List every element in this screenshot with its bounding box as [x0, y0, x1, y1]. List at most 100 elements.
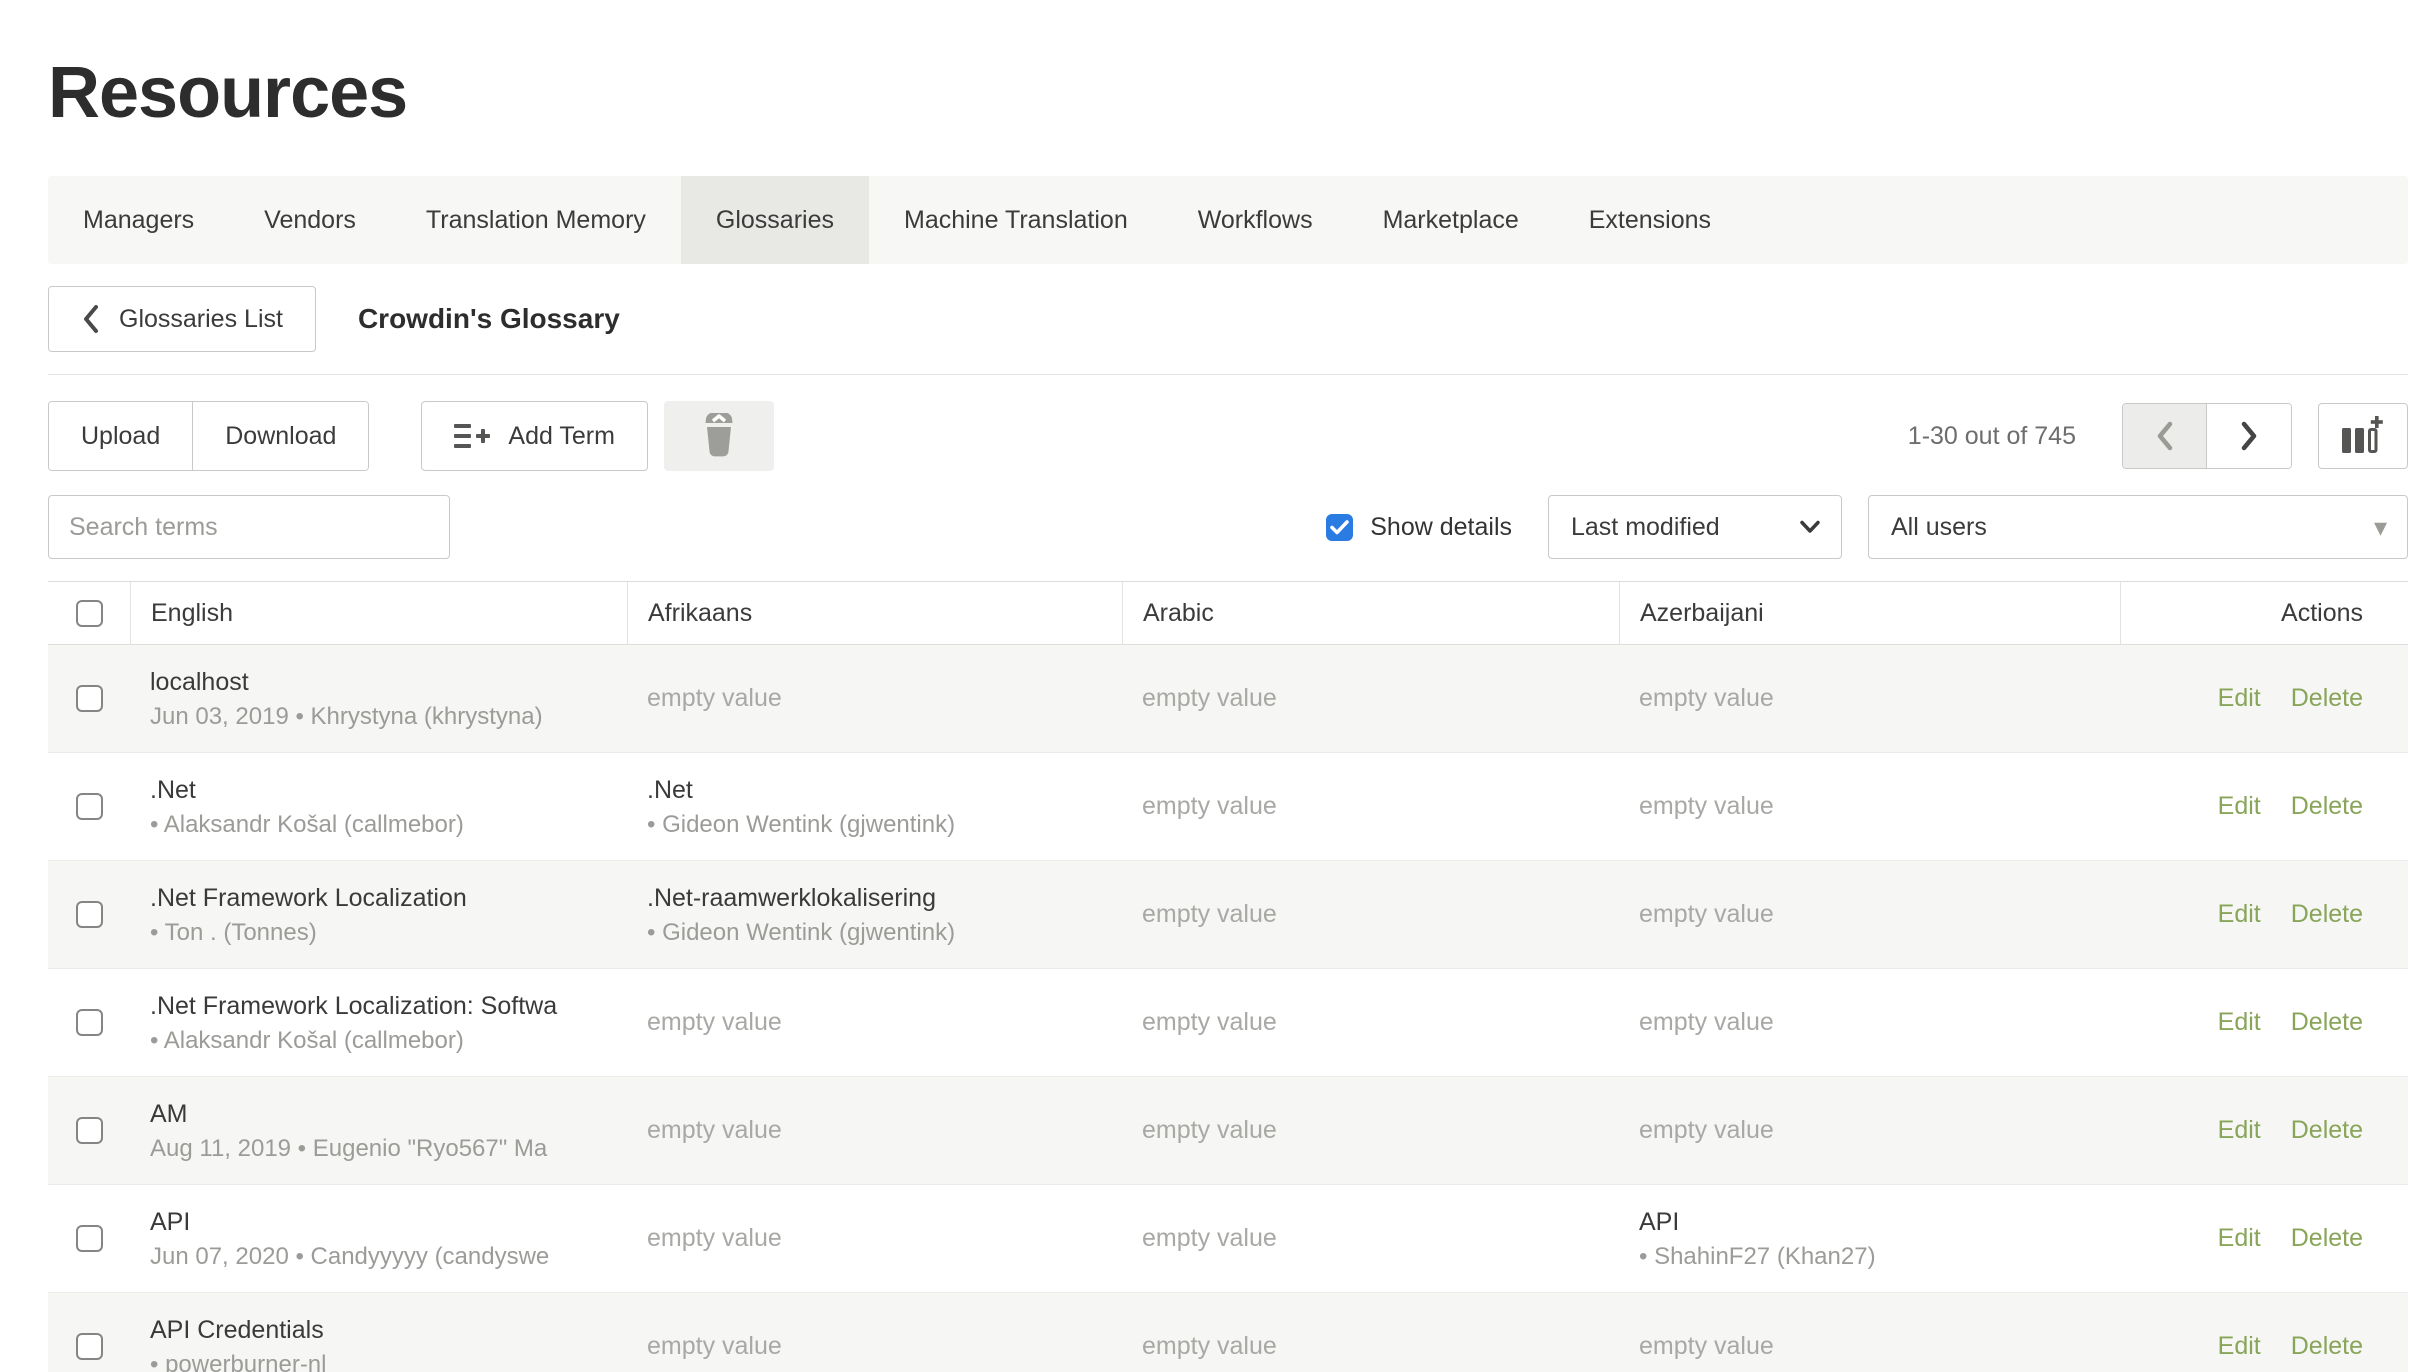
table-row: localhostJun 03, 2019 • Khrystyna (khrys…: [48, 645, 2408, 752]
edit-link[interactable]: Edit: [2218, 900, 2261, 929]
tab-vendors[interactable]: Vendors: [229, 176, 391, 264]
glossary-table: English Afrikaans Arabic Azerbaijani Act…: [48, 581, 2408, 1372]
row-checkbox[interactable]: [76, 685, 103, 712]
term-cell-english: APIJun 07, 2020 • Candyyyyy (candyswe: [130, 1185, 627, 1292]
term-detail: Jun 03, 2019 • Khrystyna (khrystyna): [150, 700, 607, 734]
add-term-button[interactable]: Add Term: [421, 401, 648, 471]
table-row: API Credentials• powerburner-nl empty va…: [48, 1292, 2408, 1372]
term-text: .Net Framework Localization: Softwa: [150, 988, 607, 1024]
edit-link[interactable]: Edit: [2218, 684, 2261, 713]
edit-link[interactable]: Edit: [2218, 1116, 2261, 1145]
search-input[interactable]: [48, 495, 450, 559]
chevron-down-icon: [1799, 519, 1821, 535]
empty-value: empty value: [1142, 1224, 1599, 1253]
column-header-azerbaijani: Azerbaijani: [1619, 582, 2120, 644]
empty-value: empty value: [1142, 1008, 1599, 1037]
term-text: API: [1639, 1204, 2100, 1240]
empty-value: empty value: [1639, 1332, 2100, 1361]
tab-extensions[interactable]: Extensions: [1554, 176, 1746, 264]
delete-link[interactable]: Delete: [2291, 1008, 2363, 1037]
show-details-toggle[interactable]: Show details: [1326, 513, 1512, 542]
delete-link[interactable]: Delete: [2291, 792, 2363, 821]
manage-columns-button[interactable]: [2318, 403, 2408, 469]
term-cell-arabic: empty value: [1122, 645, 1619, 752]
delete-link[interactable]: Delete: [2291, 900, 2363, 929]
empty-value: empty value: [1639, 900, 2100, 929]
row-checkbox[interactable]: [76, 1117, 103, 1144]
term-cell-english: AMAug 11, 2019 • Eugenio "Ryo567" Ma: [130, 1077, 627, 1184]
term-detail: • Gideon Wentink (gjwentink): [647, 808, 1102, 842]
term-cell-arabic: empty value: [1122, 1293, 1619, 1372]
term-cell-english: .Net Framework Localization• Ton . (Tonn…: [130, 861, 627, 968]
sort-select-value: Last modified: [1571, 513, 1720, 542]
empty-value: empty value: [647, 1332, 1102, 1361]
prev-page-button[interactable]: [2123, 404, 2207, 468]
filter-row: Show details Last modified All users ▾: [48, 495, 2408, 559]
edit-link[interactable]: Edit: [2218, 792, 2261, 821]
delete-link[interactable]: Delete: [2291, 684, 2363, 713]
download-button[interactable]: Download: [192, 402, 368, 470]
term-text: localhost: [150, 664, 607, 700]
delete-link[interactable]: Delete: [2291, 1332, 2363, 1361]
filter-right: Show details Last modified All users ▾: [1326, 495, 2408, 559]
edit-link[interactable]: Edit: [2218, 1224, 2261, 1253]
table-row: .Net Framework Localization: Softwa• Ala…: [48, 968, 2408, 1076]
check-icon: [1330, 520, 1349, 535]
delete-link[interactable]: Delete: [2291, 1116, 2363, 1145]
term-detail: Jun 07, 2020 • Candyyyyy (candyswe: [150, 1240, 607, 1274]
glossaries-list-button[interactable]: Glossaries List: [48, 286, 316, 352]
divider: [48, 374, 2408, 375]
empty-value: empty value: [1639, 684, 2100, 713]
tab-glossaries[interactable]: Glossaries: [681, 176, 869, 264]
user-filter-select[interactable]: All users ▾: [1868, 495, 2408, 559]
term-cell-afrikaans: empty value: [627, 645, 1122, 752]
term-detail: • Alaksandr Košal (callmebor): [150, 1024, 607, 1058]
term-cell-azerbaijani: empty value: [1619, 969, 2120, 1076]
term-text: .Net: [150, 772, 607, 808]
empty-value: empty value: [647, 1116, 1102, 1145]
row-checkbox[interactable]: [76, 1225, 103, 1252]
row-checkbox[interactable]: [76, 1333, 103, 1360]
term-text: .Net Framework Localization: [150, 880, 607, 916]
show-details-checkbox[interactable]: [1326, 514, 1353, 541]
next-page-button[interactable]: [2207, 404, 2291, 468]
delete-link[interactable]: Delete: [2291, 1224, 2363, 1253]
chevron-left-icon: [81, 304, 101, 334]
upload-button[interactable]: Upload: [49, 402, 192, 470]
term-cell-azerbaijani: empty value: [1619, 645, 2120, 752]
triangle-down-icon: ▾: [2374, 514, 2387, 540]
delete-selected-button[interactable]: [664, 401, 774, 471]
pagination-range: 1-30 out of 745: [1908, 422, 2076, 451]
tab-machine-translation[interactable]: Machine Translation: [869, 176, 1163, 264]
empty-value: empty value: [1639, 1116, 2100, 1145]
term-text: AM: [150, 1096, 607, 1132]
toolbar-right: 1-30 out of 745: [1908, 403, 2408, 469]
term-cell-afrikaans: .Net• Gideon Wentink (gjwentink): [627, 753, 1122, 860]
resources-page: Resources Managers Vendors Translation M…: [0, 52, 2435, 1372]
edit-link[interactable]: Edit: [2218, 1332, 2261, 1361]
term-cell-azerbaijani: empty value: [1619, 753, 2120, 860]
glossary-table-body: localhostJun 03, 2019 • Khrystyna (khrys…: [48, 645, 2408, 1372]
term-detail: • Gideon Wentink (gjwentink): [647, 916, 1102, 950]
edit-link[interactable]: Edit: [2218, 1008, 2261, 1037]
term-detail: • ShahinF27 (Khan27): [1639, 1240, 2100, 1274]
breadcrumb: Glossaries List Crowdin's Glossary: [48, 286, 2408, 352]
tab-translation-memory[interactable]: Translation Memory: [391, 176, 681, 264]
term-cell-arabic: empty value: [1122, 1185, 1619, 1292]
table-row: APIJun 07, 2020 • Candyyyyy (candyswe em…: [48, 1184, 2408, 1292]
trash-icon: [698, 413, 740, 459]
column-header-actions: Actions: [2120, 582, 2408, 644]
row-checkbox[interactable]: [76, 901, 103, 928]
sort-select[interactable]: Last modified: [1548, 495, 1842, 559]
tab-marketplace[interactable]: Marketplace: [1348, 176, 1554, 264]
term-cell-afrikaans: empty value: [627, 1185, 1122, 1292]
tab-workflows[interactable]: Workflows: [1163, 176, 1348, 264]
row-checkbox[interactable]: [76, 793, 103, 820]
user-filter-value: All users: [1891, 513, 1987, 542]
empty-value: empty value: [1639, 1008, 2100, 1037]
select-all-checkbox[interactable]: [76, 600, 103, 627]
term-text: API: [150, 1204, 607, 1240]
table-row: .Net• Alaksandr Košal (callmebor) .Net• …: [48, 752, 2408, 860]
row-checkbox[interactable]: [76, 1009, 103, 1036]
tab-managers[interactable]: Managers: [48, 176, 229, 264]
